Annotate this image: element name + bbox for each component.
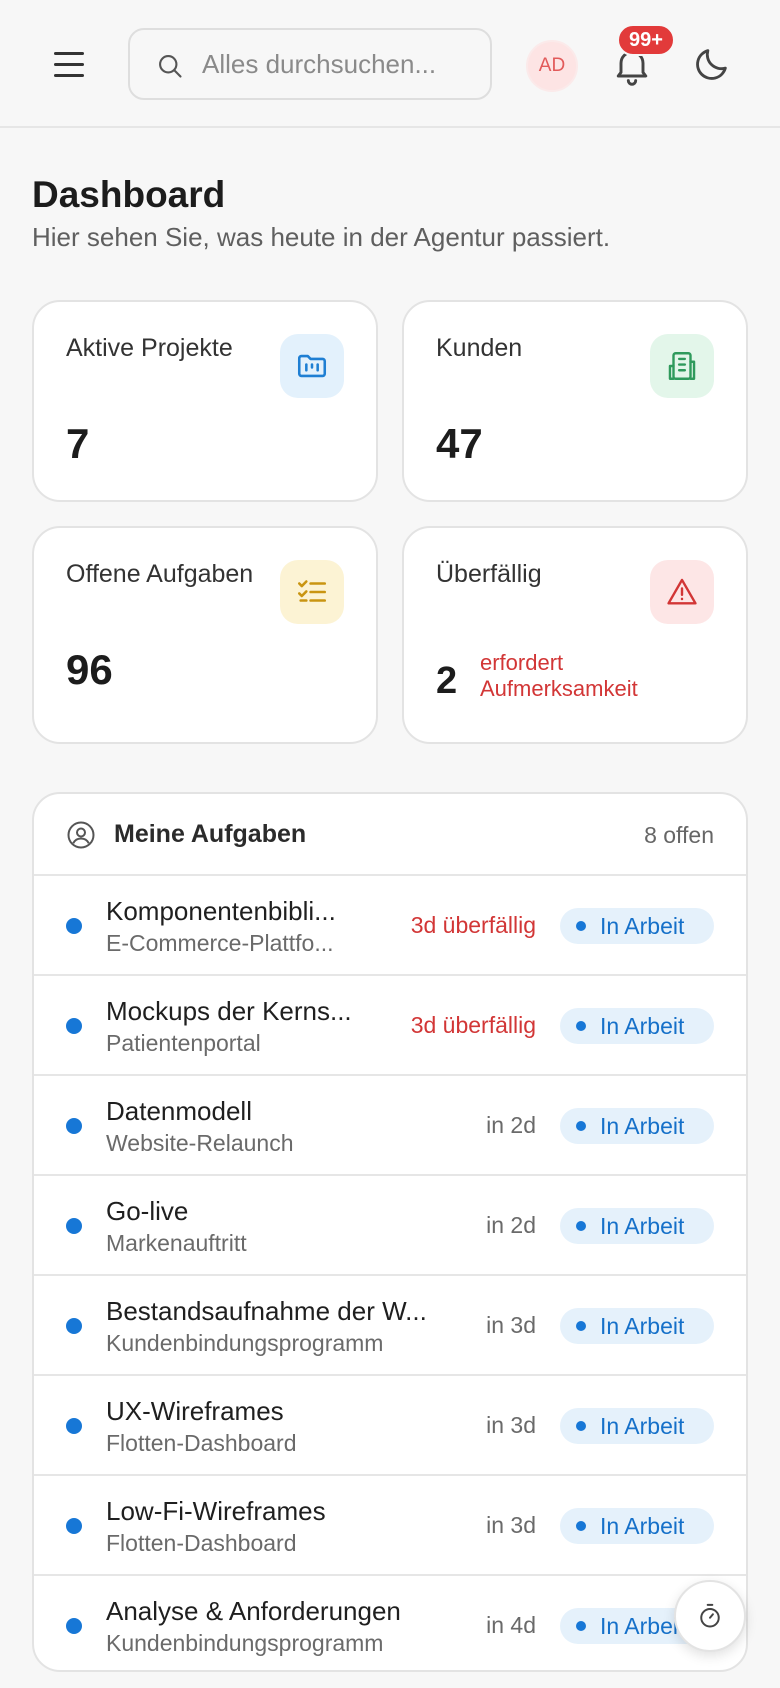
- page-subtitle: Hier sehen Sie, was heute in der Agentur…: [32, 222, 611, 252]
- status-badge: In Arbeit: [560, 908, 714, 944]
- task-title: Low-Fi-Wireframes: [106, 1496, 326, 1526]
- stat-value: 47: [436, 420, 483, 467]
- task-due: in 2d: [486, 1112, 536, 1138]
- task-dot: [66, 1118, 82, 1134]
- task-project: Kundenbindungsprogramm: [106, 1330, 384, 1356]
- moon-icon[interactable]: [692, 44, 732, 84]
- status-badge: In Arbeit: [560, 1108, 714, 1144]
- task-due: 3d überfällig: [410, 1012, 536, 1038]
- my-tasks-count: 8 offen: [644, 822, 714, 848]
- task-project: Flotten-Dashboard: [106, 1530, 297, 1556]
- task-row[interactable]: Datenmodell Website-Relaunch in 2d In Ar…: [34, 1076, 746, 1176]
- task-title: UX-Wireframes: [106, 1396, 284, 1426]
- task-row[interactable]: Bestandsaufnahme der W... Kundenbindungs…: [34, 1276, 746, 1376]
- stat-label: Überfällig: [436, 560, 542, 588]
- task-project: Patientenportal: [106, 1030, 261, 1056]
- stat-value: 2: [436, 660, 458, 702]
- notification-badge: 99+: [617, 24, 675, 56]
- task-title: Analyse & Anforderungen: [106, 1596, 401, 1626]
- task-due: in 4d: [486, 1612, 536, 1638]
- task-row[interactable]: Mockups der Kerns... Patientenportal 3d …: [34, 976, 746, 1076]
- stat-label: Aktive Projekte: [66, 334, 233, 362]
- alert-triangle-icon: [650, 560, 714, 624]
- stat-card-active-projects[interactable]: Aktive Projekte 7: [32, 300, 378, 502]
- search-icon: [159, 55, 182, 78]
- task-dot: [66, 1018, 82, 1034]
- task-due: in 2d: [486, 1212, 536, 1238]
- status-badge: In Arbeit: [560, 1008, 714, 1044]
- task-title: Komponentenbibli...: [106, 896, 336, 926]
- status-badge: In Arbeit: [560, 1508, 714, 1544]
- list-checks-icon: [280, 560, 344, 624]
- task-project: Website-Relaunch: [106, 1130, 294, 1156]
- avatar[interactable]: AD: [526, 40, 578, 92]
- search-input[interactable]: [202, 44, 472, 84]
- task-project: Markenauftritt: [106, 1230, 247, 1256]
- task-row[interactable]: Go-live Markenauftritt in 2d In Arbeit: [34, 1176, 746, 1276]
- stat-card-open-tasks[interactable]: Offene Aufgaben 96: [32, 526, 378, 744]
- task-due: in 3d: [486, 1412, 536, 1438]
- status-badge: In Arbeit: [560, 1208, 714, 1244]
- status-badge: In Arbeit: [560, 1308, 714, 1344]
- overdue-note: erfordert Aufmerksamkeit: [480, 650, 638, 701]
- status-badge: In Arbeit: [560, 1408, 714, 1444]
- task-title: Mockups der Kerns...: [106, 996, 352, 1026]
- task-due: 3d überfällig: [410, 912, 536, 938]
- page-title: Dashboard: [32, 174, 226, 215]
- stat-label: Kunden: [436, 334, 523, 362]
- task-title: Datenmodell: [106, 1096, 252, 1126]
- task-row[interactable]: Analyse & Anforderungen Kundenbindungspr…: [34, 1576, 746, 1670]
- stat-value: 96: [66, 646, 113, 693]
- task-due: in 3d: [486, 1312, 536, 1338]
- task-row[interactable]: Low-Fi-Wireframes Flotten-Dashboard in 3…: [34, 1476, 746, 1576]
- menu-icon[interactable]: [48, 44, 88, 84]
- stat-value: 7: [66, 420, 90, 467]
- task-dot: [66, 918, 82, 934]
- task-title: Go-live: [106, 1196, 189, 1226]
- task-due: in 3d: [486, 1512, 536, 1538]
- task-project: Kundenbindungsprogramm: [106, 1630, 384, 1656]
- my-tasks-title: Meine Aufgaben: [114, 820, 307, 848]
- stat-card-overdue[interactable]: Überfällig 2 erfordert Aufmerksamkeit: [402, 526, 748, 744]
- task-dot: [66, 1518, 82, 1534]
- search-box[interactable]: [128, 28, 492, 100]
- timer-button[interactable]: [674, 1580, 746, 1652]
- task-dot: [66, 1618, 82, 1634]
- task-project: E-Commerce-Plattfo...: [106, 930, 334, 956]
- top-bar: AD 99+: [0, 0, 780, 128]
- building-icon: [650, 334, 714, 398]
- task-row[interactable]: UX-Wireframes Flotten-Dashboard in 3d In…: [34, 1376, 746, 1476]
- task-project: Flotten-Dashboard: [106, 1430, 297, 1456]
- stat-card-customers[interactable]: Kunden 47: [402, 300, 748, 502]
- task-dot: [66, 1418, 82, 1434]
- timer-icon: [700, 1603, 720, 1628]
- task-row[interactable]: Komponentenbibli... E-Commerce-Plattfo..…: [34, 876, 746, 976]
- folder-kanban-icon: [280, 334, 344, 398]
- task-dot: [66, 1218, 82, 1234]
- task-dot: [66, 1318, 82, 1334]
- user-circle-icon: [67, 821, 95, 849]
- stat-label: Offene Aufgaben: [66, 560, 254, 588]
- my-tasks-header: Meine Aufgaben 8 offen: [34, 794, 746, 876]
- task-title: Bestandsaufnahme der W...: [106, 1296, 427, 1326]
- my-tasks-panel: Meine Aufgaben 8 offen Komponentenbibli.…: [32, 792, 748, 1672]
